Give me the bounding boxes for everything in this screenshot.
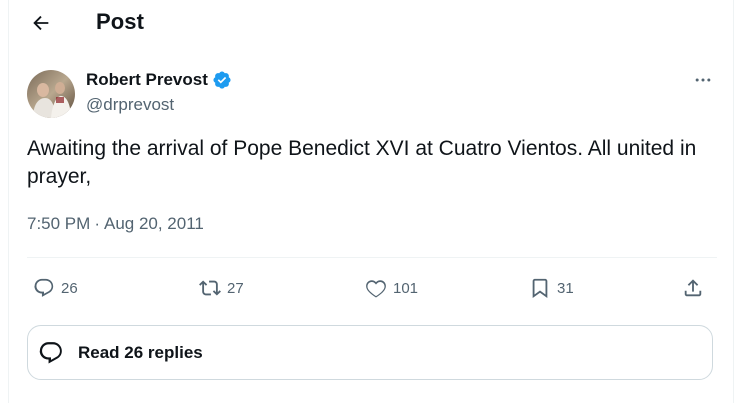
header: Post [9, 0, 735, 46]
post-view: Post Robert Prevost @drprevost Awaiting … [8, 0, 734, 403]
repost-button[interactable]: 27 [199, 276, 244, 300]
back-button[interactable] [27, 9, 55, 37]
read-replies-label: Read 26 replies [78, 342, 203, 362]
like-count: 101 [393, 279, 419, 297]
avatar[interactable] [27, 70, 75, 118]
bookmark-button[interactable]: 31 [529, 276, 574, 300]
post-timestamp: 7:50 PM · Aug 20, 2011 [27, 214, 204, 234]
bookmark-icon [532, 278, 548, 299]
author-name[interactable]: Robert Prevost [86, 70, 208, 90]
arrow-left-icon [33, 15, 49, 31]
bookmark-count: 31 [557, 279, 574, 297]
repost-count: 27 [227, 279, 244, 297]
timestamp-separator: · [94, 214, 100, 233]
repost-icon [199, 280, 221, 296]
speech-bubble-icon [39, 341, 62, 364]
post-time[interactable]: 7:50 PM [27, 214, 90, 234]
post-date[interactable]: Aug 20, 2011 [104, 214, 204, 234]
more-dots-icon [695, 78, 711, 82]
reply-count: 26 [61, 279, 78, 297]
read-replies-button[interactable]: Read 26 replies [27, 325, 713, 380]
verified-badge-icon [213, 71, 231, 89]
post-text: Awaiting the arrival of Pope Benedict XV… [27, 137, 697, 188]
reply-icon [34, 278, 54, 297]
reply-button[interactable]: 26 [33, 276, 78, 300]
more-options-button[interactable] [689, 68, 717, 92]
share-button[interactable] [682, 276, 704, 300]
page-title: Post [96, 9, 145, 34]
heart-icon [366, 280, 386, 298]
author-handle[interactable]: @drprevost [86, 95, 174, 115]
share-icon [684, 279, 702, 297]
avatar-photo [27, 70, 75, 118]
like-button[interactable]: 101 [365, 276, 418, 300]
divider [27, 257, 717, 258]
author-name-row: Robert Prevost [86, 70, 232, 90]
